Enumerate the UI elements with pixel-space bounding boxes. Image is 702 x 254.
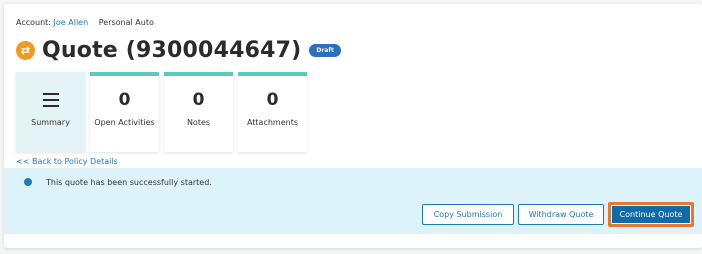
- summary-tiles: Summary 0 Open Activities 0 Notes 0 Atta…: [16, 72, 307, 152]
- tile-label: Attachments: [246, 118, 299, 127]
- info-icon: [24, 178, 32, 186]
- tile-notes[interactable]: 0 Notes: [164, 72, 233, 152]
- breadcrumb: Account: Joe Allen Personal Auto: [16, 18, 154, 27]
- account-prefix: Account:: [16, 18, 54, 27]
- tile-label: Summary: [31, 118, 70, 127]
- hamburger-menu-icon: [42, 93, 59, 107]
- account-link[interactable]: Joe Allen: [54, 18, 89, 27]
- tile-label: Open Activities: [94, 118, 155, 127]
- continue-quote-button[interactable]: Continue Quote: [611, 205, 691, 224]
- tile-count: 0: [266, 90, 279, 110]
- tile-count: 0: [118, 90, 131, 110]
- status-badge: Draft: [309, 43, 341, 57]
- tile-label: Notes: [186, 118, 211, 127]
- continue-quote-button-focus: Continue Quote: [608, 202, 694, 227]
- tile-open-activities[interactable]: 0 Open Activities: [90, 72, 159, 152]
- tile-count: 0: [192, 90, 205, 110]
- message-text: This quote has been successfully started…: [46, 178, 212, 187]
- withdraw-quote-button[interactable]: Withdraw Quote: [518, 204, 604, 225]
- product-name: Personal Auto: [98, 18, 154, 27]
- back-to-policy-link[interactable]: << Back to Policy Details: [16, 157, 118, 166]
- page-title: Quote (9300044647): [42, 37, 302, 63]
- tile-attachments[interactable]: 0 Attachments: [238, 72, 307, 152]
- success-message-panel: This quote has been successfully started…: [4, 168, 702, 234]
- swap-arrows-icon: ⇄: [16, 40, 35, 60]
- title-row: ⇄ Quote (9300044647) Draft: [16, 34, 341, 66]
- copy-submission-button[interactable]: Copy Submission: [422, 204, 514, 225]
- tile-summary[interactable]: Summary: [16, 72, 85, 152]
